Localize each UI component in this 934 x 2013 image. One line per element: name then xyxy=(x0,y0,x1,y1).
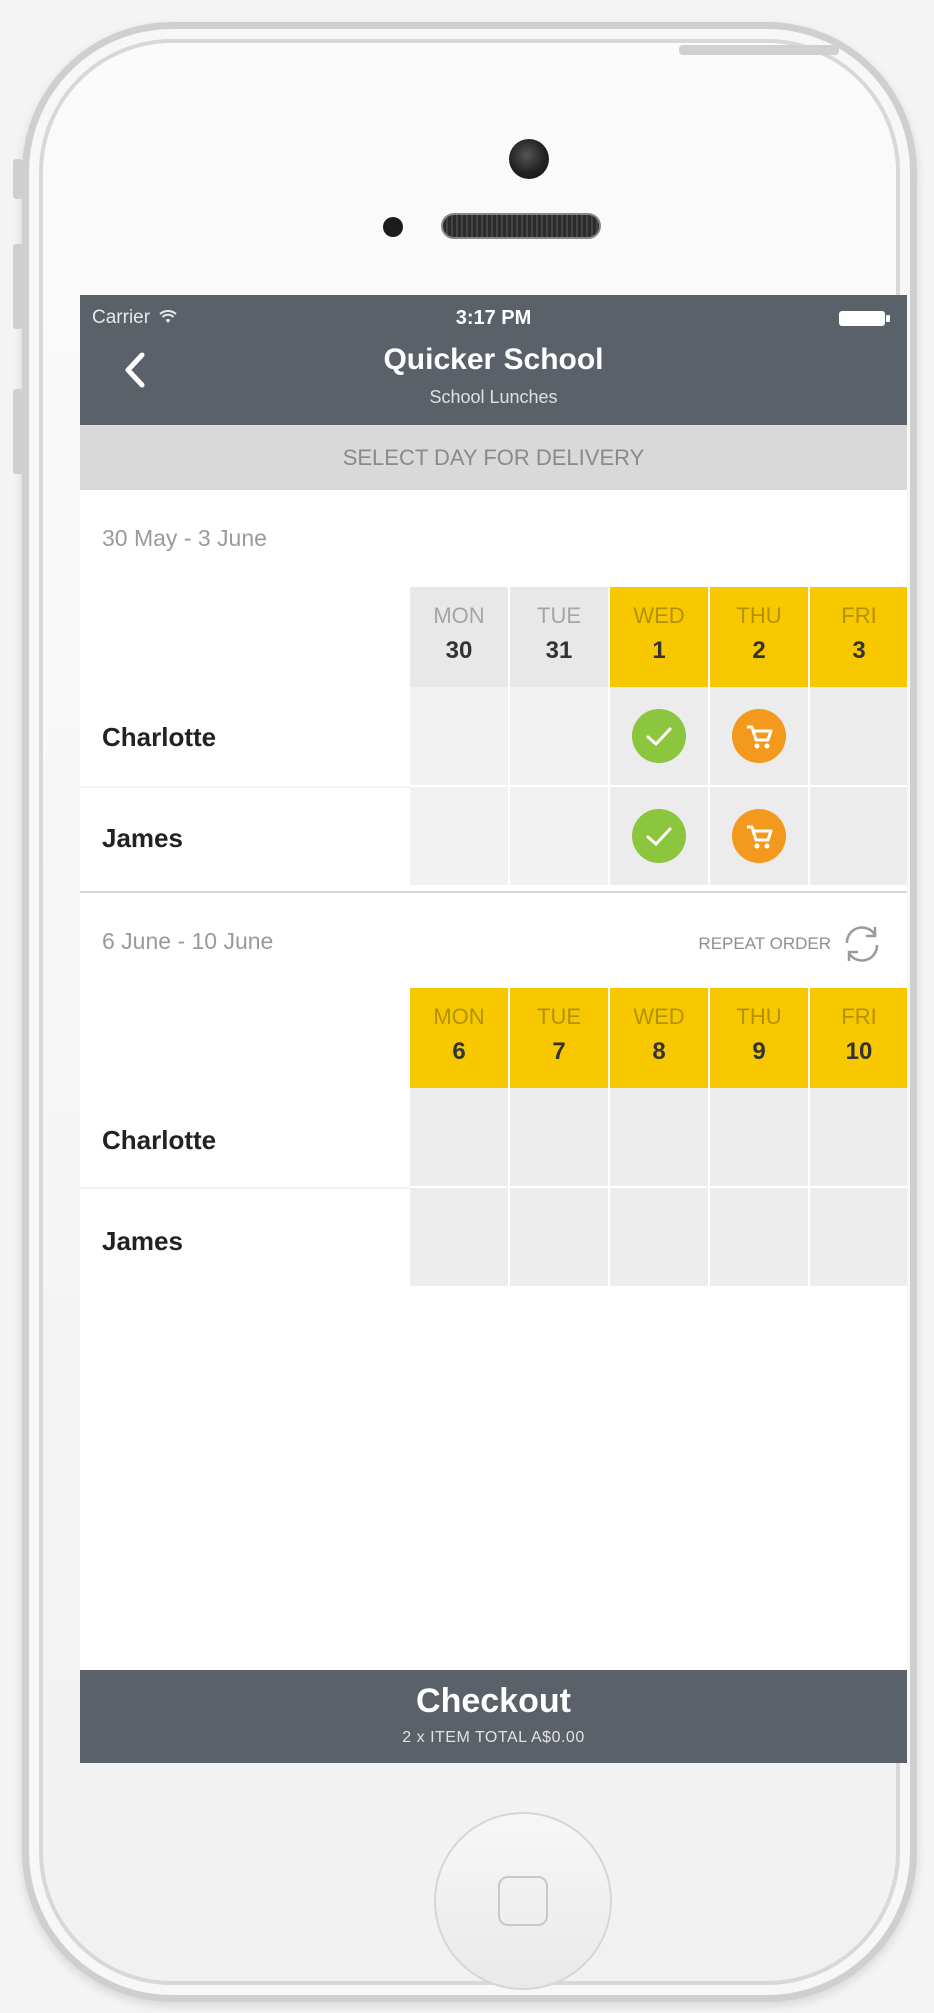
child-name-label: Charlotte xyxy=(102,1125,217,1155)
day-cell[interactable] xyxy=(610,1088,708,1186)
power-button xyxy=(679,45,839,55)
day-header-row: MON 6 TUE 7 WED 8 THU 9 FRI 10 xyxy=(410,988,907,1088)
volume-up-button xyxy=(13,244,23,329)
day-header-thu[interactable]: THU 2 xyxy=(710,587,808,687)
check-circle-icon xyxy=(632,809,686,863)
day-cell[interactable] xyxy=(510,1088,608,1186)
day-header-tue: TUE 31 xyxy=(510,587,608,687)
repeat-order-button[interactable]: REPEAT ORDER xyxy=(698,919,887,969)
week-range-label: 6 June - 10 June xyxy=(102,928,274,954)
week-section-2: 6 June - 10 June REPEAT ORDER MON 6 TUE 7 … xyxy=(80,893,907,1313)
row-divider xyxy=(80,1187,410,1189)
day-cell[interactable] xyxy=(710,1188,808,1286)
day-cell-ordered[interactable] xyxy=(610,687,708,785)
day-header-mon: MON 30 xyxy=(410,587,508,687)
day-cell[interactable] xyxy=(510,1188,608,1286)
day-header-mon[interactable]: MON 6 xyxy=(410,988,508,1088)
day-cell[interactable] xyxy=(410,1088,508,1186)
child-row-james xyxy=(410,787,907,885)
week-range-label: 30 May - 3 June xyxy=(102,525,267,551)
check-circle-icon xyxy=(632,709,686,763)
day-header-fri[interactable]: FRI 3 xyxy=(810,587,907,687)
day-header-row: MON 30 TUE 31 WED 1 THU 2 FRI 3 xyxy=(410,587,907,687)
navigation-bar: Carrier 3:17 PM Quicker School School Lu… xyxy=(80,295,907,425)
page-subtitle: School Lunches xyxy=(429,387,558,407)
day-cell[interactable] xyxy=(610,1188,708,1286)
app-screen: Carrier 3:17 PM Quicker School School Lu… xyxy=(80,295,907,1763)
day-cell[interactable] xyxy=(810,787,907,885)
child-row-charlotte xyxy=(410,687,907,785)
day-cell[interactable] xyxy=(710,1088,808,1186)
volume-down-button xyxy=(13,389,23,474)
day-header-thu[interactable]: THU 9 xyxy=(710,988,808,1088)
refresh-icon xyxy=(845,926,879,962)
front-camera xyxy=(509,139,549,179)
child-name-label: James xyxy=(102,1226,183,1256)
home-button[interactable] xyxy=(434,1812,612,1990)
row-divider xyxy=(80,786,410,788)
day-cell xyxy=(410,687,508,785)
day-cell[interactable] xyxy=(410,1188,508,1286)
day-header-wed[interactable]: WED 8 xyxy=(610,988,708,1088)
checkout-summary: 2 x ITEM TOTAL A$0.00 xyxy=(402,1729,585,1746)
checkout-label: Checkout xyxy=(416,1682,571,1720)
day-cell xyxy=(510,787,608,885)
child-row-charlotte xyxy=(410,1088,907,1186)
child-name-label: Charlotte xyxy=(102,722,217,752)
week-section-1: 30 May - 3 June MON 30 TUE 31 WED 1 THU 2 FR… xyxy=(80,490,907,895)
day-cell[interactable] xyxy=(810,1188,907,1286)
day-cell-cart[interactable] xyxy=(710,787,808,885)
day-cell-cart[interactable] xyxy=(710,687,808,785)
proximity-sensor xyxy=(383,217,403,237)
status-bar: Carrier 3:17 PM xyxy=(80,299,907,335)
day-header-wed[interactable]: WED 1 xyxy=(610,587,708,687)
day-header-tue[interactable]: TUE 7 xyxy=(510,988,608,1088)
status-time: 3:17 PM xyxy=(455,307,532,329)
battery-icon xyxy=(839,311,890,326)
day-cell[interactable] xyxy=(810,1088,907,1186)
select-day-header: SELECT DAY FOR DELIVERY xyxy=(80,425,907,490)
cart-circle-icon xyxy=(732,709,786,763)
cart-circle-icon xyxy=(732,809,786,863)
home-square-icon xyxy=(498,1876,548,1926)
page-title: Quicker School xyxy=(383,343,604,376)
mute-switch xyxy=(13,159,23,199)
child-row-james xyxy=(410,1188,907,1286)
day-cell xyxy=(410,787,508,885)
day-header-fri[interactable]: FRI 10 xyxy=(810,988,907,1088)
earpiece-speaker xyxy=(441,213,601,239)
repeat-order-label: REPEAT ORDER xyxy=(698,934,831,953)
day-cell[interactable] xyxy=(810,687,907,785)
day-cell xyxy=(510,687,608,785)
checkout-button[interactable]: Checkout 2 x ITEM TOTAL A$0.00 xyxy=(80,1670,907,1763)
child-name-label: James xyxy=(102,823,183,853)
day-cell-ordered[interactable] xyxy=(610,787,708,885)
